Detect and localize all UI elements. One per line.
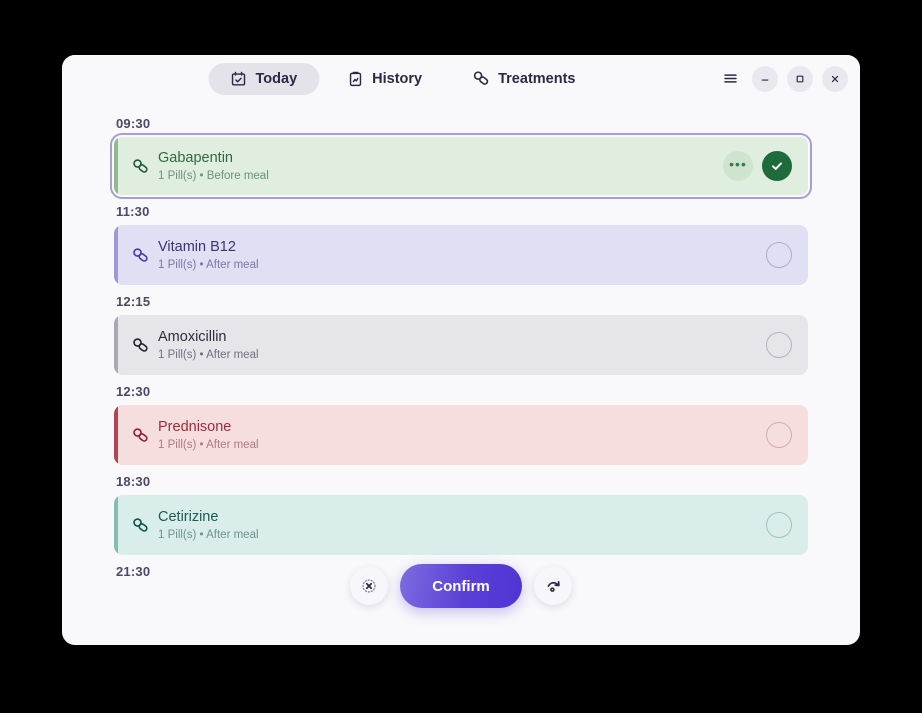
- titlebar: Today History Treatments: [62, 55, 860, 102]
- card-actions: •••: [723, 151, 792, 181]
- snooze-button[interactable]: [534, 567, 572, 605]
- mark-taken-radio[interactable]: [766, 242, 792, 268]
- card-actions: [766, 332, 792, 358]
- pill-icon: [122, 427, 158, 444]
- pill-icon: [122, 517, 158, 534]
- medication-card[interactable]: Gabapentin 1 Pill(s) • Before meal •••: [110, 133, 812, 199]
- card-actions: [766, 242, 792, 268]
- tab-today-label: Today: [255, 70, 298, 87]
- tab-bar: Today History Treatments: [208, 62, 598, 95]
- schedule-slot: 12:15 Amoxicillin 1 Pill(s) • After meal: [114, 294, 808, 375]
- card-accent-bar: [114, 405, 118, 465]
- schedule-slot: 12:30 Prednisone 1 Pill(s) • After meal: [114, 384, 808, 465]
- card-accent-bar: [114, 137, 118, 195]
- medication-name: Gabapentin: [158, 150, 233, 166]
- window-controls: [717, 65, 848, 92]
- clipboard-history-icon: [347, 71, 363, 87]
- calendar-check-icon: [231, 71, 247, 87]
- card-accent-bar: [114, 225, 118, 285]
- medication-text: Cetirizine 1 Pill(s) • After meal: [158, 508, 766, 542]
- more-options-button[interactable]: •••: [723, 151, 753, 181]
- medication-dosage: 1 Pill(s) • Before meal: [158, 170, 269, 182]
- schedule-slot: 09:30 Gabapentin 1 Pill(s) • Before meal ••…: [110, 116, 812, 199]
- card-accent-bar: [114, 495, 118, 555]
- medication-dosage: 1 Pill(s) • After meal: [158, 439, 259, 451]
- tab-history[interactable]: History: [325, 63, 444, 95]
- mark-taken-radio[interactable]: [766, 332, 792, 358]
- medication-card[interactable]: Vitamin B12 1 Pill(s) • After meal: [114, 225, 808, 285]
- medication-card[interactable]: Cetirizine 1 Pill(s) • After meal: [114, 495, 808, 555]
- medication-dosage: 1 Pill(s) • After meal: [158, 349, 259, 361]
- card-actions: [766, 512, 792, 538]
- medication-dosage: 1 Pill(s) • After meal: [158, 529, 259, 541]
- pill-icon: [122, 337, 158, 354]
- pill-icon: [472, 70, 489, 87]
- medication-text: Vitamin B12 1 Pill(s) • After meal: [158, 238, 766, 272]
- medication-name: Amoxicillin: [158, 329, 227, 345]
- medication-name: Cetirizine: [158, 509, 219, 525]
- taken-check-button[interactable]: [762, 151, 792, 181]
- tab-treatments[interactable]: Treatments: [450, 62, 597, 95]
- schedule-slot: 18:30 Cetirizine 1 Pill(s) • After meal: [114, 474, 808, 555]
- medication-text: Prednisone 1 Pill(s) • After meal: [158, 418, 766, 452]
- schedule-slot: 11:30 Vitamin B12 1 Pill(s) • After meal: [114, 204, 808, 285]
- medication-card[interactable]: Amoxicillin 1 Pill(s) • After meal: [114, 315, 808, 375]
- medication-card[interactable]: Prednisone 1 Pill(s) • After meal: [114, 405, 808, 465]
- slot-time-label: 18:30: [116, 474, 151, 489]
- skip-button[interactable]: [350, 567, 388, 605]
- medication-text: Amoxicillin 1 Pill(s) • After meal: [158, 328, 766, 362]
- card-actions: [766, 422, 792, 448]
- slot-time-label: 12:15: [116, 294, 151, 309]
- action-bar: Confirm: [350, 564, 572, 608]
- tab-history-label: History: [372, 70, 423, 87]
- slot-time-label: 12:30: [116, 384, 151, 399]
- pill-icon: [122, 247, 158, 264]
- medication-text: Gabapentin 1 Pill(s) • Before meal: [158, 149, 723, 183]
- menu-button[interactable]: [717, 66, 743, 92]
- card-accent-bar: [114, 315, 118, 375]
- slot-time-label: 09:30: [116, 116, 151, 131]
- medication-dosage: 1 Pill(s) • After meal: [158, 259, 259, 271]
- close-button[interactable]: [822, 65, 848, 92]
- pill-icon: [122, 158, 158, 175]
- minimize-button[interactable]: [752, 65, 778, 92]
- tab-today[interactable]: Today: [208, 62, 320, 95]
- maximize-button[interactable]: [787, 65, 813, 92]
- confirm-button[interactable]: Confirm: [400, 564, 522, 608]
- medication-name: Prednisone: [158, 419, 232, 435]
- mark-taken-radio[interactable]: [766, 422, 792, 448]
- medication-name: Vitamin B12: [158, 239, 236, 255]
- tab-treatments-label: Treatments: [498, 70, 576, 87]
- mark-taken-radio[interactable]: [766, 512, 792, 538]
- slot-time-label: 11:30: [116, 204, 150, 219]
- app-window: Today History Treatments 09:30 Gabapenti…: [62, 55, 860, 645]
